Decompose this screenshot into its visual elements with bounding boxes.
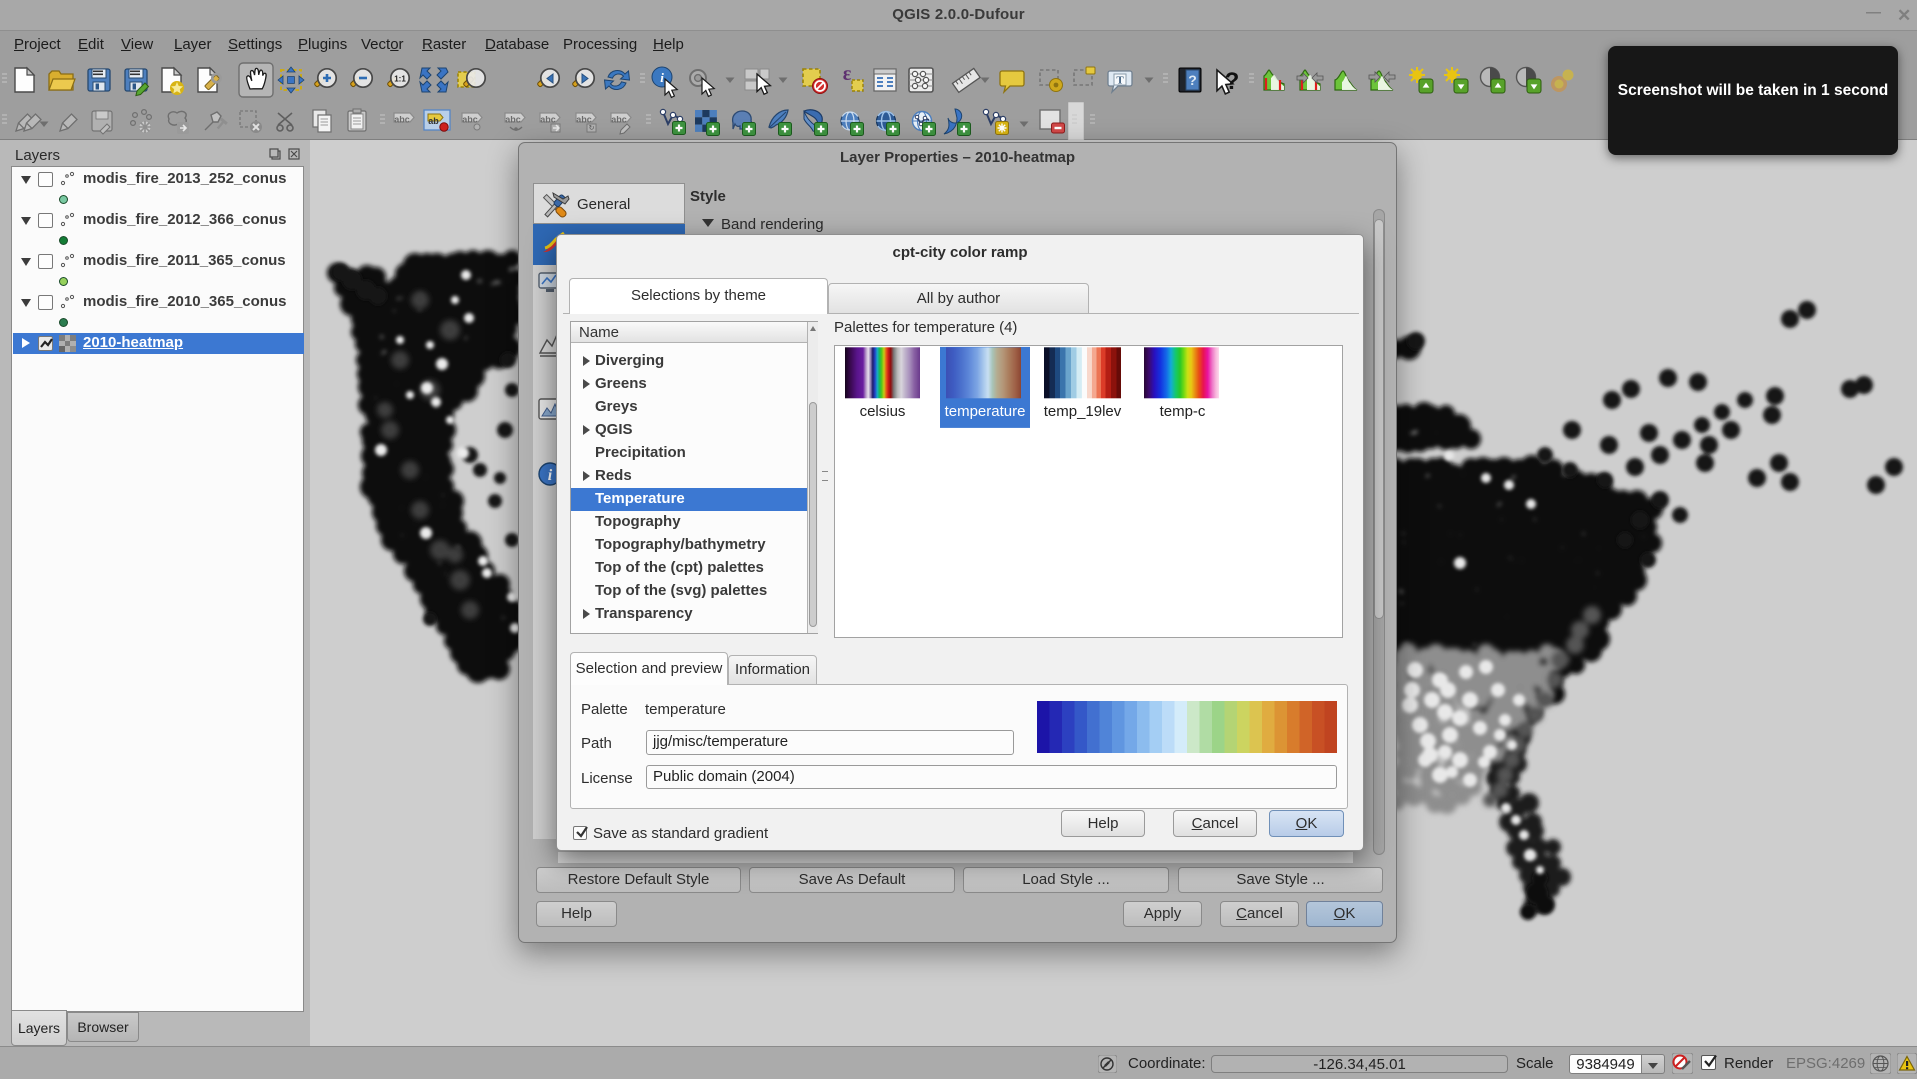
svg-text:i: i bbox=[660, 70, 664, 85]
svg-text:i: i bbox=[548, 467, 553, 484]
svg-text:↻: ↻ bbox=[589, 125, 595, 132]
svg-text:abc: abc bbox=[576, 115, 592, 125]
svg-text:T: T bbox=[1116, 75, 1124, 87]
svg-text:ε: ε bbox=[843, 63, 852, 85]
svg-text:abc: abc bbox=[540, 115, 556, 125]
svg-text:?: ? bbox=[1225, 68, 1240, 95]
svg-text:abc: abc bbox=[462, 115, 478, 125]
svg-text:abc: abc bbox=[394, 115, 410, 125]
svg-text:1:1: 1:1 bbox=[394, 75, 406, 84]
svg-text:abc: abc bbox=[611, 115, 627, 125]
svg-text:abc: abc bbox=[505, 115, 521, 125]
svg-text:?: ? bbox=[1188, 72, 1197, 88]
svg-text:ab: ab bbox=[428, 116, 439, 126]
